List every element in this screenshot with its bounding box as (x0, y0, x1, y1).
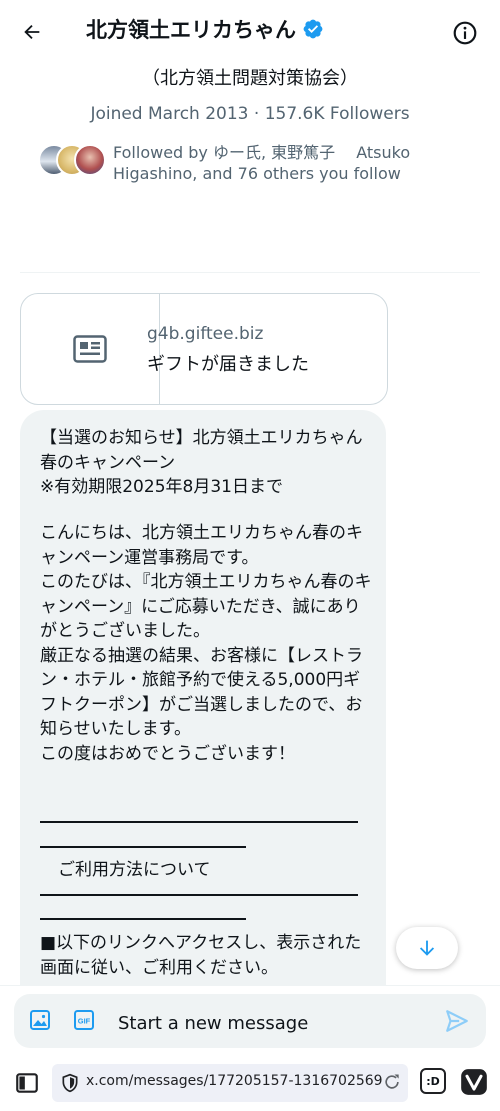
follower-avatars (38, 144, 106, 176)
message-text: こんにちは、北方領土エリカちゃん春のキャンペーン運営事務局です。 このたびは、『… (40, 523, 372, 764)
message-input[interactable] (116, 1004, 420, 1042)
scroll-to-bottom-button[interactable] (396, 927, 458, 969)
section-title: ご利用方法について (58, 860, 211, 880)
url-text[interactable]: x.com/messages/177205157-1316702569 (86, 1073, 383, 1089)
followed-by-text: Followed by ゆー氏, 東野篤子 Atsuko Higashino, … (113, 143, 411, 183)
divider-line (40, 846, 246, 848)
info-button[interactable] (452, 20, 478, 46)
conversation-title: 北方領土エリカちゃん (86, 14, 324, 44)
emoji-button[interactable]: :D (420, 1068, 446, 1094)
link-title: ギフトが届きました (147, 354, 309, 375)
article-icon (73, 335, 107, 363)
shield-icon-graphic (62, 1073, 78, 1093)
arrow-down-icon (419, 940, 435, 956)
followed-by[interactable]: Followed by ゆー氏, 東野篤子 Atsuko Higashino, … (38, 142, 478, 186)
profile-subtitle: （北方領土問題対策協会） (142, 68, 358, 89)
divider-line (40, 821, 358, 823)
svg-text:GIF: GIF (78, 1017, 91, 1026)
gif-icon: GIF (74, 1010, 94, 1030)
info-icon (453, 21, 477, 45)
verified-badge-icon (303, 19, 323, 39)
reload-icon (385, 1074, 399, 1089)
link-thumbnail (21, 294, 160, 404)
image-icon (30, 1010, 50, 1030)
message-text: ■以下のリンクへアクセスし、表示された画面に従い、ご利用ください。 (40, 933, 362, 978)
link-domain: g4b.giftee.biz (147, 324, 264, 344)
divider (20, 272, 480, 273)
avatar (74, 144, 106, 176)
panel-icon (16, 1073, 38, 1093)
shield-icon[interactable] (60, 1073, 80, 1093)
reload-button[interactable] (382, 1072, 402, 1092)
send-icon (446, 1010, 468, 1032)
back-button[interactable] (16, 16, 48, 48)
send-button[interactable] (444, 1008, 472, 1036)
joined-info: Joined March 2013 · 157.6K Followers (90, 104, 410, 124)
link-preview-card[interactable]: g4b.giftee.biz ギフトが届きました (20, 293, 388, 405)
panel-toggle-button[interactable] (14, 1070, 40, 1096)
gif-button[interactable]: GIF (72, 1008, 98, 1034)
message-text: 【当選のお知らせ】北方領土エリカちゃん春のキャンペーン ※有効期限2025年8月… (40, 428, 363, 497)
divider-line (40, 918, 246, 920)
profile-name: 北方領土エリカちゃん (86, 18, 296, 42)
back-arrow-icon (24, 24, 40, 40)
vivaldi-logo-icon (461, 1069, 487, 1095)
divider-line (40, 894, 358, 896)
browser-menu-button[interactable] (460, 1068, 488, 1096)
message-bubble: 【当選のお知らせ】北方領土エリカちゃん春のキャンペーン ※有効期限2025年8月… (20, 410, 386, 1050)
media-button[interactable] (28, 1008, 54, 1034)
